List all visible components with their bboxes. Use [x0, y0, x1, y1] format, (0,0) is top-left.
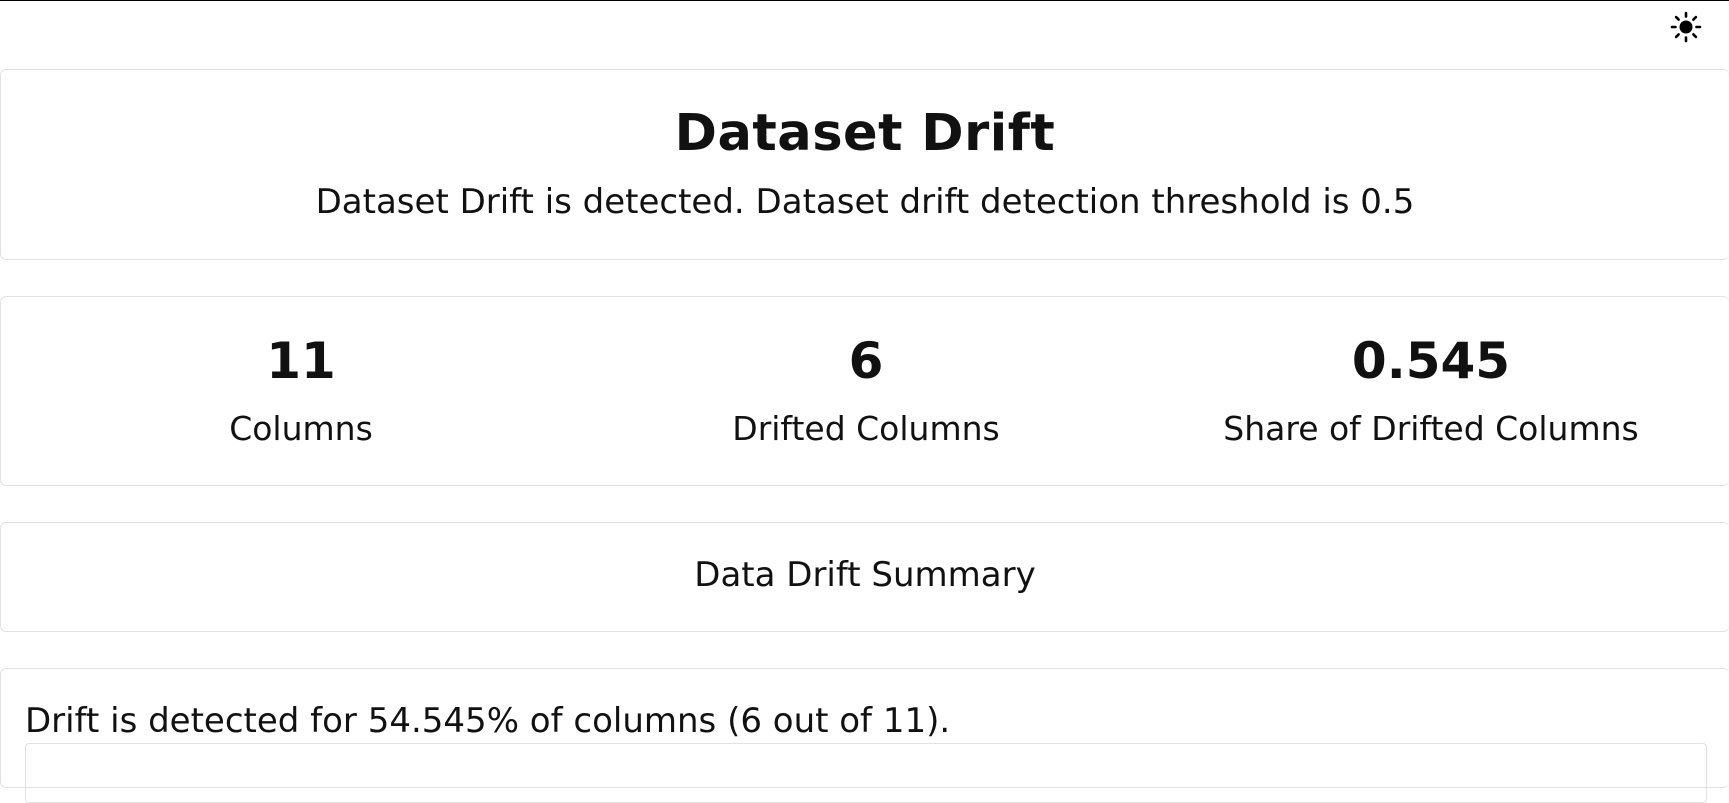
stat-value: 11	[266, 332, 336, 390]
data-drift-summary-heading: Data Drift Summary	[694, 555, 1036, 595]
sun-icon	[1670, 11, 1702, 43]
stat-label: Columns	[229, 409, 373, 448]
top-border	[0, 0, 1729, 1]
stat-label: Share of Drifted Columns	[1223, 409, 1639, 448]
dataset-drift-card: Dataset Drift Dataset Drift is detected.…	[0, 69, 1729, 260]
data-drift-summary-card: Data Drift Summary	[0, 522, 1729, 632]
dataset-drift-subtitle: Dataset Drift is detected. Dataset drift…	[315, 182, 1415, 222]
stat-label: Drifted Columns	[732, 409, 1000, 448]
stat-value: 6	[848, 332, 884, 390]
drift-stats-card: 11 Columns 6 Drifted Columns 0.545 Share…	[0, 296, 1729, 486]
stat-value: 0.545	[1351, 332, 1511, 390]
drift-table-container	[25, 743, 1707, 803]
theme-toggle-button[interactable]	[1669, 10, 1703, 44]
dataset-drift-title: Dataset Drift	[674, 104, 1056, 163]
drift-detail-card: Drift is detected for 54.545% of columns…	[0, 668, 1729, 803]
drift-detail-text: Drift is detected for 54.545% of columns…	[25, 701, 951, 741]
